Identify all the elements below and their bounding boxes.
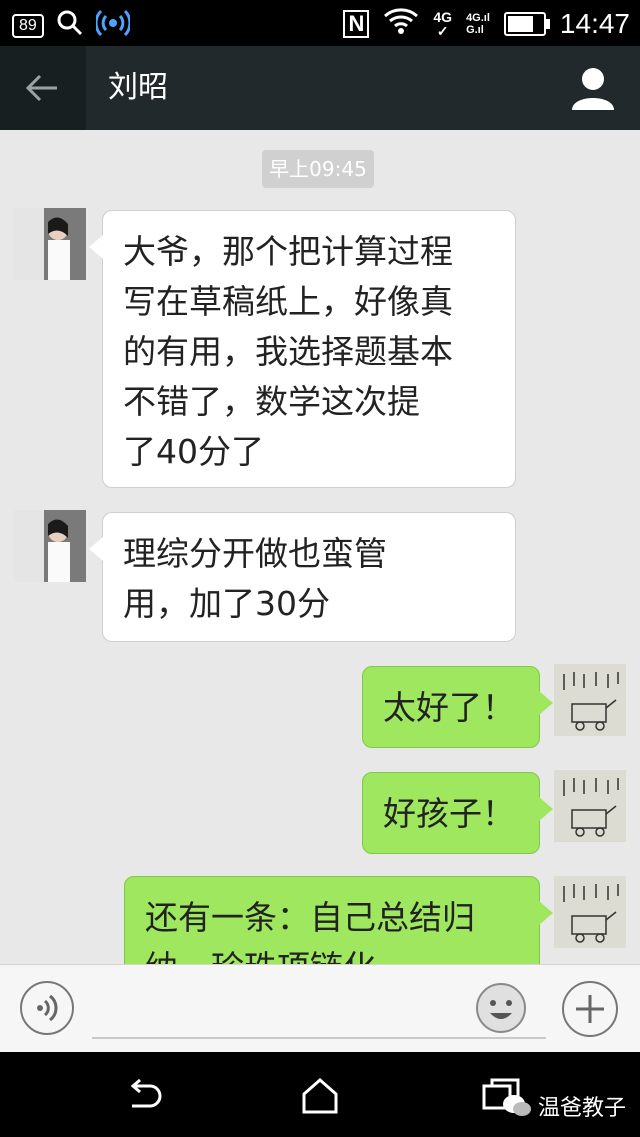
person-icon: [572, 68, 614, 110]
system-nav-bar: 温爸教子: [0, 1052, 640, 1137]
search-icon: [56, 9, 84, 42]
watermark: 温爸教子: [502, 1090, 626, 1122]
message-text: 大爷，那个把计算过程 写在草稿纸上，好像真 的有用，我选择题基本 不错了，数学这…: [123, 232, 453, 471]
message-text: 太好了！: [383, 688, 515, 727]
smiley-icon: [476, 983, 526, 1033]
girl-photo-icon: [14, 510, 86, 582]
back-arrow-icon: [25, 74, 57, 102]
voice-input-button[interactable]: [20, 981, 74, 1035]
chat-title: 刘昭: [108, 70, 168, 105]
message-text: 好孩子！: [383, 794, 515, 833]
message-timestamp: 早上09:45: [262, 150, 374, 188]
contact-avatar[interactable]: [14, 510, 86, 582]
voice-wave-icon: [37, 994, 58, 1022]
self-avatar[interactable]: [554, 664, 626, 736]
message-text: 还有一条：自己总结归 纳，珍珠项链化: [145, 898, 475, 964]
chat-area[interactable]: 早上09:45 大爷，那个把计算过程 写在草稿纸上，好像真 的有用，我选择题基本…: [0, 130, 640, 964]
message-bubble-outgoing[interactable]: 好孩子！: [362, 772, 553, 854]
return-arrow-icon: [130, 1078, 162, 1108]
signal-icon: 4G.ıl G.ıl: [466, 11, 490, 36]
plus-icon: [576, 995, 604, 1023]
status-bar: 89 N 4G ✓ 4G.ıl G.ıl 14:47: [0, 0, 640, 46]
signal-4g-label: 4G: [466, 11, 481, 24]
input-bar: [0, 964, 640, 1053]
contact-avatar[interactable]: [14, 208, 86, 280]
clock: 14:47: [559, 7, 630, 39]
sketch-avatar-icon: [554, 876, 626, 948]
hotspot-icon: [94, 8, 132, 43]
home-icon: [302, 1078, 338, 1114]
self-avatar[interactable]: [554, 876, 626, 948]
wifi-icon: [383, 6, 419, 41]
battery-fill: [507, 15, 534, 32]
message-bubble-outgoing[interactable]: 太好了！: [362, 666, 553, 748]
battery-percent-badge: 89: [12, 13, 44, 38]
sketch-avatar-icon: [554, 664, 626, 736]
girl-photo-icon: [14, 208, 86, 280]
back-button[interactable]: [0, 46, 86, 130]
message-text: 理综分开做也蛮管 用，加了30分: [123, 534, 387, 623]
nfc-icon: N: [343, 9, 370, 38]
nav-back-button[interactable]: [120, 1072, 168, 1120]
contact-profile-button[interactable]: [568, 64, 618, 114]
more-actions-button[interactable]: [562, 981, 618, 1037]
battery-icon: [503, 11, 550, 36]
title-bar: 刘昭: [0, 46, 640, 130]
nav-home-button[interactable]: [296, 1072, 344, 1120]
network-4g-label: 4G: [433, 8, 453, 25]
message-bubble-outgoing[interactable]: 还有一条：自己总结归 纳，珍珠项链化: [124, 876, 553, 964]
wechat-logo-icon: [503, 1095, 531, 1116]
sketch-avatar-icon: [554, 770, 626, 842]
self-avatar[interactable]: [554, 770, 626, 842]
message-bubble-incoming[interactable]: 大爷，那个把计算过程 写在草稿纸上，好像真 的有用，我选择题基本 不错了，数学这…: [89, 210, 516, 488]
signal-g-label: G: [466, 23, 475, 36]
emoji-button[interactable]: [474, 981, 528, 1035]
message-bubble-incoming[interactable]: 理综分开做也蛮管 用，加了30分: [89, 512, 516, 642]
network-4g-icon: 4G ✓: [433, 8, 453, 39]
watermark-text: 温爸教子: [538, 1096, 627, 1121]
